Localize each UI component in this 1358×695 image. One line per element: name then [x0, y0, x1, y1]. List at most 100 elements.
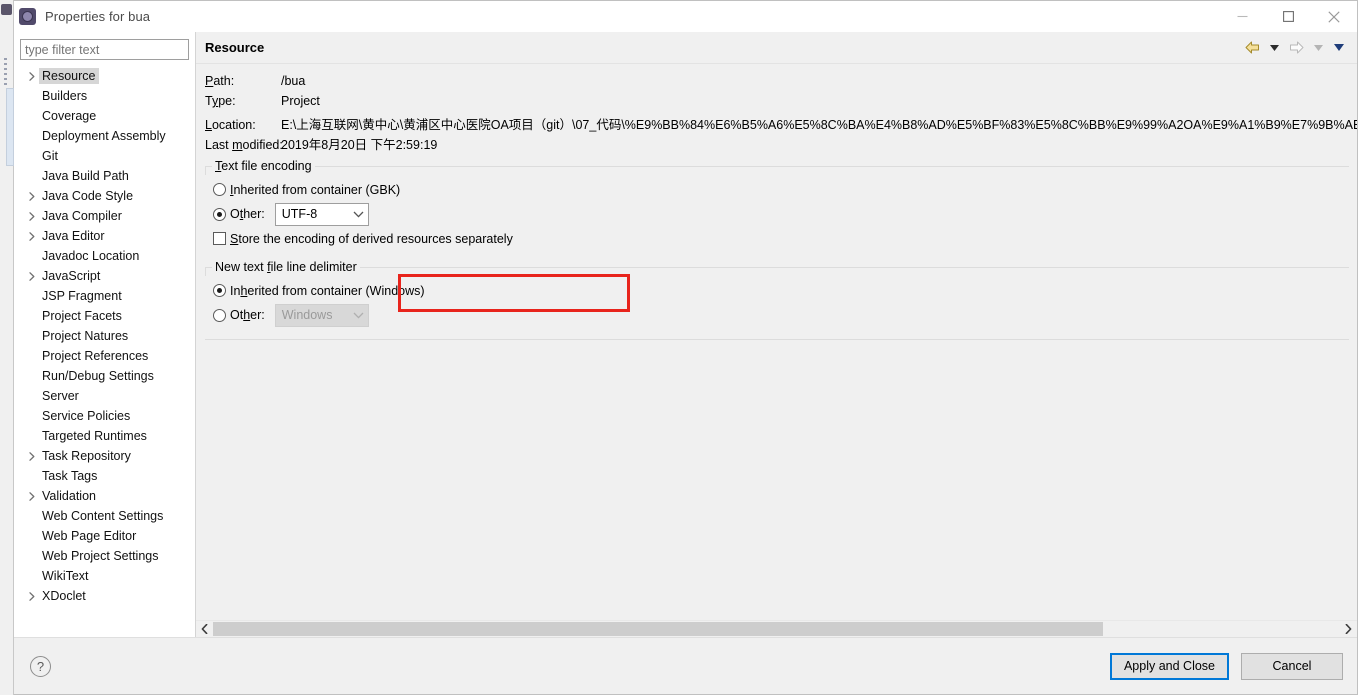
encoding-inherited-radio-row[interactable]: Inherited from container (GBK) — [213, 178, 1349, 201]
settings-page-pane: Resource Path: /bua Type: Project Locati… — [196, 32, 1357, 637]
page-header: Resource — [196, 32, 1357, 64]
sidebar-item-web-page-editor[interactable]: Web Page Editor — [14, 526, 195, 546]
sidebar-item-label: Coverage — [42, 109, 97, 123]
sidebar-item-targeted-runtimes[interactable]: Targeted Runtimes — [14, 426, 195, 446]
sidebar-item-label: Java Build Path — [42, 169, 129, 183]
encoding-inherited-radio[interactable] — [213, 183, 226, 196]
back-dropdown-chevron-down-icon[interactable] — [1264, 37, 1284, 59]
chevron-right-icon[interactable] — [25, 71, 39, 81]
chevron-right-icon[interactable] — [25, 231, 39, 241]
sidebar-item-validation[interactable]: Validation — [14, 486, 195, 506]
store-derived-checkbox-row[interactable]: Store the encoding of derived resources … — [213, 227, 1349, 250]
scrollbar-thumb[interactable] — [213, 622, 1104, 636]
sidebar-item-jsp-fragment[interactable]: JSP Fragment — [14, 286, 195, 306]
sidebar-item-label: Targeted Runtimes — [42, 429, 147, 443]
dialog-titlebar: Properties for bua — [14, 1, 1357, 32]
sidebar-item-task-tags[interactable]: Task Tags — [14, 466, 195, 486]
chevron-down-icon — [353, 312, 364, 319]
text-file-encoding-body: Inherited from container (GBK) Other: UT… — [205, 167, 1349, 250]
encoding-other-radio-row[interactable]: Other: UTF-8 — [213, 201, 1349, 227]
sidebar-item-git[interactable]: Git — [14, 146, 195, 166]
chevron-right-icon[interactable] — [25, 451, 39, 461]
sidebar-item-label: Task Tags — [42, 469, 98, 483]
line-delimiter-body: Inherited from container (Windows) Other… — [205, 268, 1349, 328]
filter-input[interactable] — [20, 39, 189, 60]
sidebar-item-label: Validation — [42, 489, 96, 503]
sidebar-item-coverage[interactable]: Coverage — [14, 106, 195, 126]
help-icon[interactable]: ? — [30, 655, 51, 677]
sidebar-item-builders[interactable]: Builders — [14, 86, 195, 106]
sidebar-item-web-project-settings[interactable]: Web Project Settings — [14, 546, 195, 566]
sidebar-item-label: Web Project Settings — [42, 549, 159, 563]
last-modified-label: Last modified: — [205, 138, 283, 152]
delimiter-other-label: Other: — [230, 308, 265, 322]
sidebar-item-java-build-path[interactable]: Java Build Path — [14, 166, 195, 186]
sidebar-item-web-content-settings[interactable]: Web Content Settings — [14, 506, 195, 526]
forward-dropdown-chevron-down-icon[interactable] — [1308, 37, 1328, 59]
sidebar-item-java-code-style[interactable]: Java Code Style — [14, 186, 195, 206]
sidebar-item-javadoc-location[interactable]: Javadoc Location — [14, 246, 195, 266]
delimiter-inherited-radio-row[interactable]: Inherited from container (Windows) — [213, 279, 1349, 302]
sidebar-item-label: Server — [42, 389, 79, 403]
view-menu-chevron-down-icon[interactable] — [1329, 37, 1349, 59]
path-value: /bua — [281, 74, 306, 88]
chevron-down-icon — [353, 211, 364, 218]
scrollbar-track[interactable] — [213, 621, 1340, 637]
sidebar-item-project-references[interactable]: Project References — [14, 346, 195, 366]
sidebar-item-label: Java Editor — [42, 229, 105, 243]
chevron-right-icon[interactable] — [25, 211, 39, 221]
delimiter-other-radio-row[interactable]: Other: Windows — [213, 302, 1349, 328]
delimiter-combo-value: Windows — [281, 308, 333, 322]
dialog-footer: ? Apply and Close Cancel — [14, 637, 1357, 694]
sidebar-item-label: Deployment Assembly — [42, 129, 166, 143]
section-divider — [205, 339, 1349, 340]
sidebar-item-task-repository[interactable]: Task Repository — [14, 446, 195, 466]
sidebar-item-wikitext[interactable]: WikiText — [14, 566, 195, 586]
sidebar-item-java-editor[interactable]: Java Editor — [14, 226, 195, 246]
chevron-right-icon[interactable] — [25, 591, 39, 601]
back-arrow-icon[interactable] — [1241, 37, 1263, 59]
close-icon[interactable] — [1311, 1, 1357, 32]
type-label: Type: — [205, 94, 236, 108]
path-label: Path: — [205, 74, 235, 88]
sidebar-item-service-policies[interactable]: Service Policies — [14, 406, 195, 426]
store-derived-checkbox[interactable] — [213, 232, 226, 245]
cancel-button[interactable]: Cancel — [1241, 652, 1343, 680]
dialog-body: Resource Builders Coverage Deployment Assem… — [14, 32, 1357, 637]
chevron-right-icon[interactable] — [25, 491, 39, 501]
page-content: Path: /bua Type: Project Location: E:\上海… — [196, 64, 1357, 620]
maximize-icon[interactable] — [1265, 1, 1311, 32]
sidebar-item-javascript[interactable]: JavaScript — [14, 266, 195, 286]
sidebar-item-deployment-assembly[interactable]: Deployment Assembly — [14, 126, 195, 146]
delimiter-inherited-radio[interactable] — [213, 284, 226, 297]
sidebar-item-project-facets[interactable]: Project Facets — [14, 306, 195, 326]
sidebar-item-xdoclet[interactable]: XDoclet — [14, 586, 195, 606]
sidebar-item-server[interactable]: Server — [14, 386, 195, 406]
delimiter-inherited-label: Inherited from container (Windows) — [230, 283, 425, 298]
horizontal-scrollbar[interactable] — [196, 620, 1357, 637]
sidebar-item-label: Git — [42, 149, 58, 163]
chevron-right-icon[interactable] — [25, 271, 39, 281]
page-nav-icons — [1241, 37, 1349, 59]
sidebar-item-java-compiler[interactable]: Java Compiler — [14, 206, 195, 226]
footer-buttons: Apply and Close Cancel — [1109, 652, 1343, 680]
apply-and-close-button[interactable]: Apply and Close — [1109, 652, 1229, 680]
scroll-right-arrow-icon[interactable] — [1340, 621, 1357, 637]
sidebar-item-label: Service Policies — [42, 409, 131, 423]
encoding-combo[interactable]: UTF-8 — [274, 202, 369, 226]
sidebar-item-project-natures[interactable]: Project Natures — [14, 326, 195, 346]
text-file-encoding-group: Text file encoding Inherited from contai… — [205, 159, 1349, 256]
sidebar-item-run-debug-settings[interactable]: Run/Debug Settings — [14, 366, 195, 386]
last-modified-value: 2019年8月20日 下午2:59:19 — [281, 138, 438, 152]
scroll-left-arrow-icon[interactable] — [196, 621, 213, 637]
sidebar-item-label: Run/Debug Settings — [42, 369, 154, 383]
delimiter-other-radio[interactable] — [213, 308, 226, 322]
sidebar-item-label: Web Content Settings — [42, 509, 164, 523]
encoding-other-radio[interactable] — [213, 207, 226, 221]
chevron-right-icon[interactable] — [25, 191, 39, 201]
sidebar-item-resource[interactable]: Resource — [14, 66, 195, 86]
minimize-icon[interactable] — [1219, 1, 1265, 32]
encoding-combo-value: UTF-8 — [281, 207, 318, 221]
forward-arrow-icon[interactable] — [1285, 37, 1307, 59]
sidebar-item-label: XDoclet — [42, 589, 86, 603]
